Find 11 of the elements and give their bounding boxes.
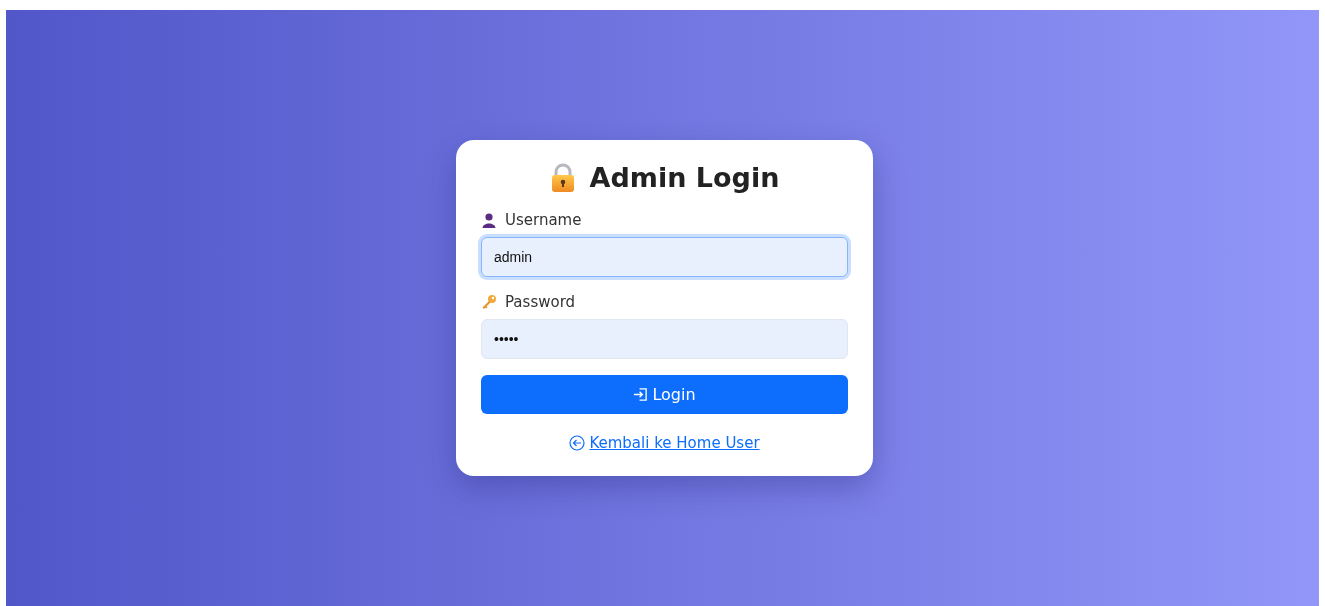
lock-icon xyxy=(549,162,576,193)
back-home-link[interactable]: Kembali ke Home User xyxy=(569,434,760,452)
user-icon xyxy=(481,212,497,228)
password-field[interactable]: ••••• xyxy=(481,319,848,359)
field-label: Username xyxy=(505,211,582,229)
login-icon xyxy=(633,387,649,402)
login-title: Admin Login xyxy=(589,162,780,193)
field-label: Password xyxy=(505,293,576,311)
username-field[interactable]: admin xyxy=(481,237,848,277)
key-icon xyxy=(481,294,497,310)
login-button[interactable]: Login xyxy=(481,375,848,414)
